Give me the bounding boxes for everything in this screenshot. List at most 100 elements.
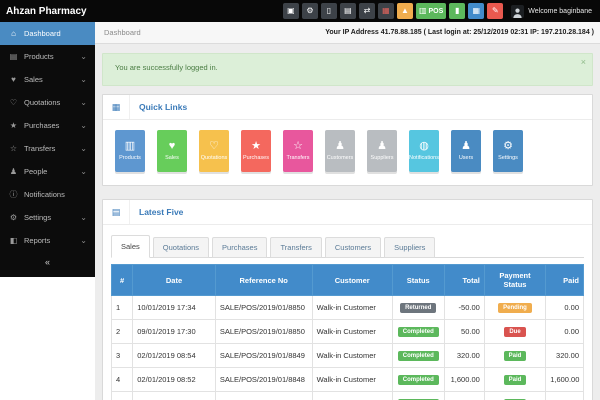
barcode-icon[interactable]: ▮ <box>449 3 465 19</box>
breadcrumb: Dashboard <box>95 28 141 37</box>
cell-customer: Walk-in Customer <box>312 320 392 344</box>
barcode-icon: ▥ <box>125 141 135 152</box>
sidebar-item-purchases[interactable]: ★Purchases⌄ <box>0 114 95 137</box>
chart-icon: ◧ <box>8 236 19 245</box>
cell-paid: 320.00 <box>546 344 584 368</box>
quick-link-sales[interactable]: ♥ Sales <box>157 130 187 172</box>
chevron-down-icon: ⌄ <box>80 216 87 220</box>
users-icon: ♟ <box>461 141 471 152</box>
warning-icon[interactable]: ▲ <box>397 3 413 19</box>
mobile-icon[interactable]: ▯ <box>321 3 337 19</box>
quick-link-purchases[interactable]: ★ Purchases <box>241 130 271 172</box>
users-icon: ♟ <box>377 141 387 152</box>
quick-link-label: Sales <box>165 155 179 161</box>
sidebar-item-label: Purchases <box>24 121 59 130</box>
tab-transfers[interactable]: Transfers <box>270 237 321 258</box>
topbar: Ahzan Pharmacy ▣⚙▯▤⇄▦▲▥POS▮▦✎ Welcome ba… <box>0 0 600 22</box>
pos-button-glyph: ▥ <box>419 7 427 15</box>
success-alert: You are successfully logged in. × <box>102 53 593 86</box>
heart-outline-icon: ♡ <box>209 141 219 152</box>
quick-link-label: Transfers <box>286 155 309 161</box>
latest-five-tabs: SalesQuotationsPurchasesTransfersCustome… <box>111 235 584 258</box>
cell-date: 02/01/2019 08:52 <box>133 368 216 392</box>
products-icon[interactable]: ▣ <box>283 3 299 19</box>
person-icon: ♟ <box>8 167 19 176</box>
cell-payment-status: Paid <box>484 392 545 400</box>
quick-link-label: Purchases <box>243 155 269 161</box>
alert-close-icon[interactable]: × <box>581 57 586 67</box>
star-icon: ★ <box>251 141 261 152</box>
cell-reference: SALE/POS/2019/01/8848 <box>215 368 312 392</box>
quick-link-users[interactable]: ♟Users <box>451 130 481 172</box>
sidebar-item-label: Products <box>24 52 54 61</box>
sidebar-item-sales[interactable]: ♥Sales⌄ <box>0 68 95 91</box>
cell-customer: Walk-in Customer <box>312 296 392 320</box>
quick-link-label: Customers <box>327 155 354 161</box>
cogs-icon[interactable]: ⚙ <box>302 3 318 19</box>
sidebar-item-quotations[interactable]: ♡Quotations⌄ <box>0 91 95 114</box>
cell-paid: 960.00 <box>546 392 584 400</box>
chevron-down-icon: ⌄ <box>80 78 87 82</box>
quick-link-settings[interactable]: ⚙Settings <box>493 130 523 172</box>
latest-five-title: Latest Five <box>130 207 183 217</box>
chevron-down-icon: ⌄ <box>80 170 87 174</box>
cell-total: 320.00 <box>444 344 484 368</box>
quick-link-label: Suppliers <box>371 155 394 161</box>
sidebar-item-dashboard[interactable]: ⌂Dashboard <box>0 22 95 45</box>
cell-status: Completed <box>392 392 444 400</box>
chevron-down-icon: ⌄ <box>80 124 87 128</box>
quick-link-notifications[interactable]: ◍Notifications <box>409 130 439 172</box>
user-avatar-icon <box>511 5 524 18</box>
payment-status-badge: Pending <box>498 303 532 313</box>
status-badge: Returned <box>400 303 436 313</box>
calculator-icon[interactable]: ▦ <box>468 3 484 19</box>
sidebar-item-products[interactable]: ▤Products⌄ <box>0 45 95 68</box>
sidebar-item-reports[interactable]: ◧Reports⌄ <box>0 229 95 252</box>
quick-link-quotations[interactable]: ♡ Quotations <box>199 130 229 172</box>
column-header-status: Status <box>392 265 444 296</box>
quick-link-products[interactable]: ▥Products <box>115 130 145 172</box>
tab-purchases[interactable]: Purchases <box>212 237 267 258</box>
tab-quotations[interactable]: Quotations <box>153 237 209 258</box>
info-icon: ⓘ <box>8 189 19 200</box>
sidebar-item-people[interactable]: ♟People⌄ <box>0 160 95 183</box>
sidebar-collapse-button[interactable]: « <box>0 252 95 269</box>
column-header--: # <box>112 265 133 296</box>
quick-link-label: Quotations <box>201 155 228 161</box>
pen-icon[interactable]: ✎ <box>487 3 503 19</box>
cell-customer: Walk-in Customer <box>312 392 392 400</box>
sidebar-item-transfers[interactable]: ☆Transfers⌄ <box>0 137 95 160</box>
pos-button[interactable]: ▥POS <box>416 3 446 19</box>
cell-num: 1 <box>112 296 133 320</box>
main-area: Dashboard Your IP Address 41.78.88.185 (… <box>95 22 600 400</box>
grid-icon[interactable]: ▦ <box>378 3 394 19</box>
table-row: 110/01/2019 17:34SALE/POS/2019/01/8850Wa… <box>112 296 584 320</box>
topbar-icons: ▣⚙▯▤⇄ ▦ ▲▥POS▮ ▦ ✎ <box>283 3 503 19</box>
cell-total: 50.00 <box>444 320 484 344</box>
tab-customers[interactable]: Customers <box>325 237 381 258</box>
calculator-icon-glyph: ▦ <box>473 7 481 15</box>
tab-suppliers[interactable]: Suppliers <box>384 237 435 258</box>
sidebar-item-settings[interactable]: ⚙Settings⌄ <box>0 206 95 229</box>
grid-icon-glyph: ▦ <box>382 7 390 15</box>
cell-num: 2 <box>112 320 133 344</box>
quick-link-transfers[interactable]: ☆Transfers <box>283 130 313 172</box>
chevron-down-icon: ⌄ <box>80 147 87 151</box>
quick-link-customers[interactable]: ♟Customers <box>325 130 355 172</box>
column-header-reference-no: Reference No <box>215 265 312 296</box>
table-row: 209/01/2019 17:30SALE/POS/2019/01/8850Wa… <box>112 320 584 344</box>
tab-sales[interactable]: Sales <box>111 235 150 258</box>
sidebar-item-notifications[interactable]: ⓘNotifications <box>0 183 95 206</box>
heart-icon: ♥ <box>169 141 176 152</box>
transfer-icon[interactable]: ⇄ <box>359 3 375 19</box>
column-header-paid: Paid <box>546 265 584 296</box>
sidebar-column: ⌂Dashboard▤Products⌄♥Sales⌄♡Quotations⌄★… <box>0 22 95 400</box>
chevron-down-icon: ⌄ <box>80 55 87 59</box>
column-header-payment-status: Payment Status <box>484 265 545 296</box>
cell-status: Returned <box>392 296 444 320</box>
archive-icon[interactable]: ▤ <box>340 3 356 19</box>
user-menu[interactable]: Welcome baginbane <box>503 5 600 18</box>
chevron-down-icon: ⌄ <box>80 239 87 243</box>
sales-table-wrap: #DateReference NoCustomerStatusTotalPaym… <box>103 258 592 400</box>
quick-link-suppliers[interactable]: ♟ Suppliers <box>367 130 397 172</box>
